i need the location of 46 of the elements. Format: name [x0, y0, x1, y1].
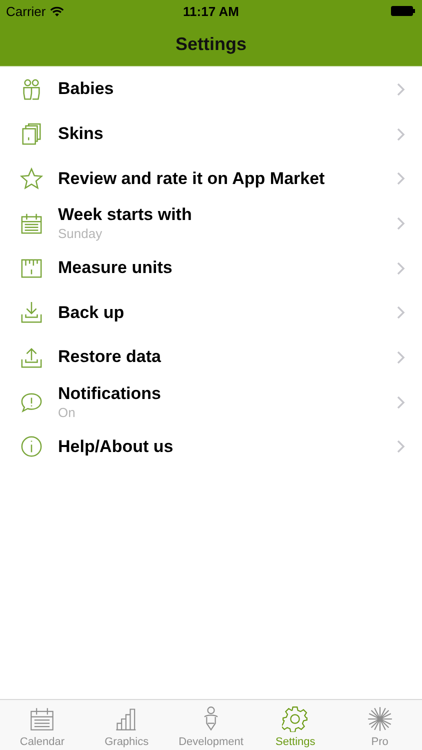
- item-label: Notifications: [58, 384, 162, 404]
- item-label: Skins: [58, 124, 104, 144]
- starburst-icon: [366, 706, 393, 732]
- screen-title: Settings: [175, 34, 246, 54]
- battery-icon: [390, 6, 416, 16]
- chevron-icon: [397, 396, 405, 409]
- menu-row[interactable]: Restore data: [0, 335, 422, 380]
- item-label: Babies: [58, 79, 115, 100]
- download-icon: [20, 301, 43, 324]
- chevron-icon: [397, 82, 405, 96]
- wifi-icon: [50, 6, 64, 16]
- carrier-label: Carrier: [6, 4, 46, 18]
- menu-row[interactable]: Measure units: [0, 246, 422, 290]
- item-label: Week starts with: [58, 205, 193, 226]
- chevron-icon: [397, 440, 405, 454]
- chevron-icon: [397, 216, 405, 230]
- item-label: Measure units: [58, 258, 174, 278]
- calendar-icon: [20, 212, 43, 235]
- menu-row[interactable]: Help/About us: [0, 424, 422, 470]
- chevron-icon: [397, 128, 405, 141]
- info-icon: [20, 435, 43, 458]
- chevron-icon: [397, 306, 405, 320]
- upload-icon: [20, 346, 43, 369]
- menu-row[interactable]: Babies: [0, 67, 422, 112]
- status-time: 11:17 AM: [183, 4, 239, 18]
- menu-row[interactable]: Week starts with Sunday: [0, 201, 422, 246]
- star-icon: [20, 167, 43, 190]
- chevron-icon: [397, 172, 405, 186]
- chevron-icon: [397, 262, 405, 275]
- item-label: Help/About us: [58, 436, 174, 457]
- item-label: Back up: [58, 302, 126, 323]
- chevron-icon: [397, 350, 405, 364]
- item-label: Restore data: [58, 347, 162, 368]
- ruler-icon: [20, 256, 43, 280]
- menu-row[interactable]: Skins: [0, 112, 422, 156]
- item-label: Review and rate it on App Market: [58, 168, 326, 189]
- calendar-icon: [29, 706, 56, 732]
- menu-row[interactable]: Back up: [0, 290, 422, 336]
- gear-icon: [282, 706, 308, 732]
- speech-bubble-icon: [20, 390, 43, 414]
- menu-row[interactable]: Notifications On: [0, 380, 422, 424]
- babies-icon: [20, 78, 43, 101]
- cards-icon: [20, 122, 43, 146]
- menu-row[interactable]: Review and rate it on App Market: [0, 156, 422, 202]
- item-value: Sunday: [58, 226, 104, 242]
- item-value: On: [58, 405, 76, 420]
